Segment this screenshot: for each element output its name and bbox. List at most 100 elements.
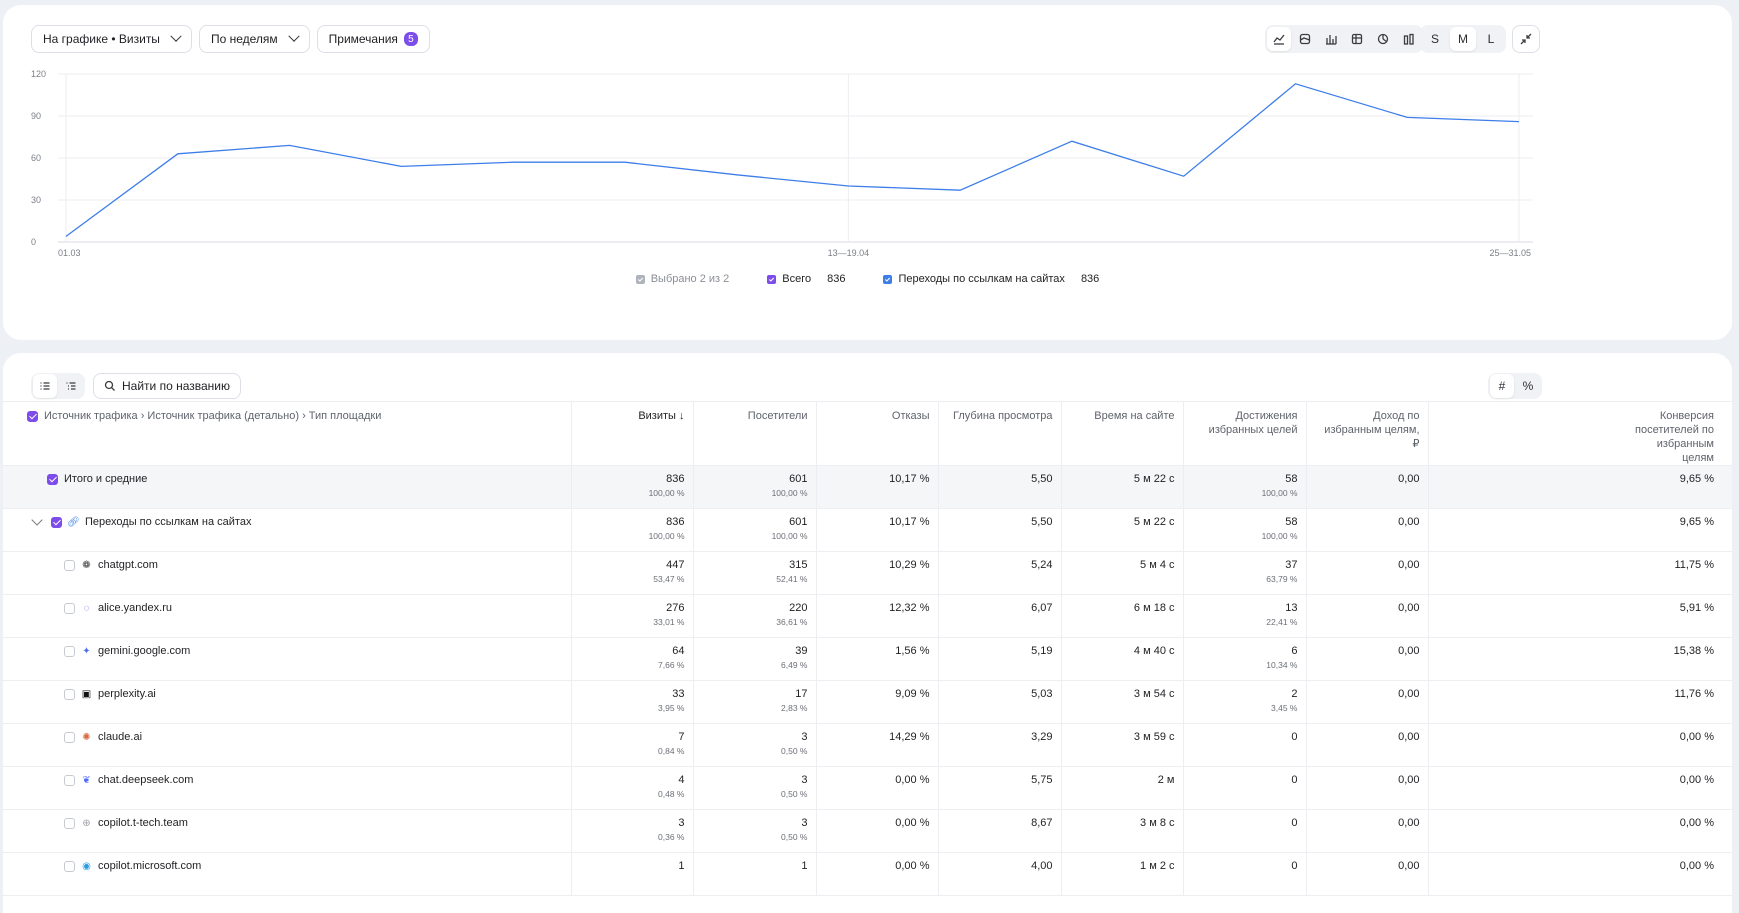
visits-value: 4 [580,774,685,786]
table-row[interactable]: ❦ chat.deepseek.com40,48 %30,50 %0,00 %5… [3,767,1732,810]
chevron-down-icon [288,31,299,42]
visitors-share: 0,50 % [702,789,808,799]
size-s-button[interactable]: S [1422,27,1448,51]
visitors-share: 100,00 % [702,531,808,541]
perplexity-icon: ▣ [81,689,92,700]
search-placeholder: Найти по названию [122,379,230,393]
visits-share: 53,47 % [580,574,685,584]
table-chart-button[interactable] [1345,27,1369,51]
conversion-value: 11,75 % [1437,559,1715,571]
goals-share: 22,41 % [1192,617,1298,627]
revenue-value: 0,00 [1315,602,1420,614]
row-checkbox[interactable] [64,689,75,700]
bounces-value: 1,56 % [825,645,930,657]
column-chart-button[interactable] [1397,27,1421,51]
table-row[interactable]: ▣ perplexity.ai333,95 %172,83 %9,09 %5,0… [3,681,1732,724]
legend-series-label: Переходы по ссылкам на сайтах [898,273,1064,285]
flat-view-button[interactable] [59,374,83,398]
deepseek-icon: ❦ [81,775,92,786]
row-checkbox[interactable] [64,861,75,872]
legend-selected[interactable]: Выбрано 2 из 2 [636,273,730,285]
pie-chart-icon [1377,33,1389,45]
visitors-header[interactable]: Посетители [693,402,816,466]
notes-button[interactable]: Примечания 5 [317,25,430,53]
time-value: 3 м 54 с [1070,688,1175,700]
depth-value: 5,03 [947,688,1053,700]
area-chart-icon [1299,33,1311,45]
group-label: Переходы по ссылкам на сайтах [85,516,251,528]
legend-series[interactable]: Переходы по ссылкам на сайтах 836 [883,273,1099,285]
goals-value: 37 [1192,559,1298,571]
goals-value: 13 [1192,602,1298,614]
revenue-value: 0,00 [1315,731,1420,743]
collapse-icon [1520,33,1532,45]
visits-header[interactable]: Визиты ↓ [571,402,693,466]
row-label: perplexity.ai [98,688,156,700]
visits-share: 33,01 % [580,617,685,627]
revenue-header[interactable]: Доход по избранным целям, ₽ [1306,402,1428,466]
revenue-value: 0,00 [1315,645,1420,657]
visitors-value: 315 [702,559,808,571]
row-checkbox[interactable] [64,560,75,571]
collapse-chart-button[interactable] [1512,25,1540,53]
legend-total[interactable]: Всего 836 [767,273,845,285]
report-table-panel: Найти по названию # % Источник трафика ›… [3,353,1732,913]
chart-panel: На графике • Визиты По неделям Примечани… [3,5,1732,340]
table-row[interactable]: ❁ chatgpt.com44753,47 %31552,41 %10,29 %… [3,552,1732,595]
row-checkbox[interactable] [64,732,75,743]
revenue-value: 0,00 [1315,473,1420,485]
goals-header[interactable]: Достижения избранных целей [1183,402,1306,466]
search-input[interactable]: Найти по названию [93,373,241,399]
bar-chart-button[interactable] [1319,27,1343,51]
table-row[interactable]: ⊕ copilot.t-tech.team30,36 %30,50 %0,00 … [3,810,1732,853]
visits-share: 0,48 % [580,789,685,799]
conversion-value: 0,00 % [1437,731,1715,743]
revenue-value: 0,00 [1315,516,1420,528]
row-checkbox[interactable] [64,603,75,614]
row-checkbox[interactable] [64,646,75,657]
group-row[interactable]: 🔗︎Переходы по ссылкам на сайтах 836100,0… [3,509,1732,552]
tree-view-button[interactable] [33,374,57,398]
visits-value: 3 [580,817,685,829]
period-select[interactable]: По неделям [199,25,310,53]
time-header[interactable]: Время на сайте [1061,402,1183,466]
row-label: copilot.t-tech.team [98,817,188,829]
total-checkbox[interactable] [47,474,58,485]
table-row[interactable]: ◉ copilot.microsoft.com110,00 %4,001 м 2… [3,853,1732,896]
row-label: alice.yandex.ru [98,602,172,614]
visits-value: 836 [580,473,685,485]
series-line-referrals [66,84,1519,237]
table-row[interactable]: ◌ alice.yandex.ru27633,01 %22036,61 %12,… [3,595,1732,638]
bounces-header[interactable]: Отказы [816,402,938,466]
depth-value: 4,00 [947,860,1053,872]
visitors-value: 3 [702,817,808,829]
total-label: Итого и средние [64,473,147,485]
row-checkbox[interactable] [64,775,75,786]
visits-value: 64 [580,645,685,657]
percent-mode-button[interactable]: % [1516,374,1540,398]
table-row[interactable]: ✦ gemini.google.com647,66 %396,49 %1,56 … [3,638,1732,681]
globe-icon: ⊕ [81,818,92,829]
chevron-down-icon[interactable] [31,514,42,525]
table-header: Источник трафика › Источник трафика (дет… [3,402,1732,466]
dimension-header[interactable]: Источник трафика › Источник трафика (дет… [3,402,571,466]
line-chart-button[interactable] [1267,27,1291,51]
visitors-value: 601 [702,473,808,485]
conversion-header-label: Конверсия посетителей по избранным целям [1624,409,1714,465]
graph-metric-select[interactable]: На графике • Визиты [31,25,192,53]
size-l-button[interactable]: L [1478,27,1504,51]
size-m-button[interactable]: M [1450,27,1476,51]
table-row[interactable]: ✺ claude.ai70,84 %30,50 %14,29 %3,293 м … [3,724,1732,767]
absolute-mode-button[interactable]: # [1490,374,1514,398]
row-label: copilot.microsoft.com [98,860,201,872]
bounces-value: 0,00 % [825,774,930,786]
list-icon [39,380,51,392]
row-checkbox[interactable] [64,818,75,829]
pie-chart-button[interactable] [1371,27,1395,51]
conversion-header[interactable]: Конверсия посетителей по избранным целям [1428,402,1732,466]
goals-share: 10,34 % [1192,660,1298,670]
group-checkbox[interactable] [51,517,62,528]
area-chart-button[interactable] [1293,27,1317,51]
depth-header[interactable]: Глубина просмотра [938,402,1061,466]
select-all-checkbox[interactable] [27,411,38,422]
